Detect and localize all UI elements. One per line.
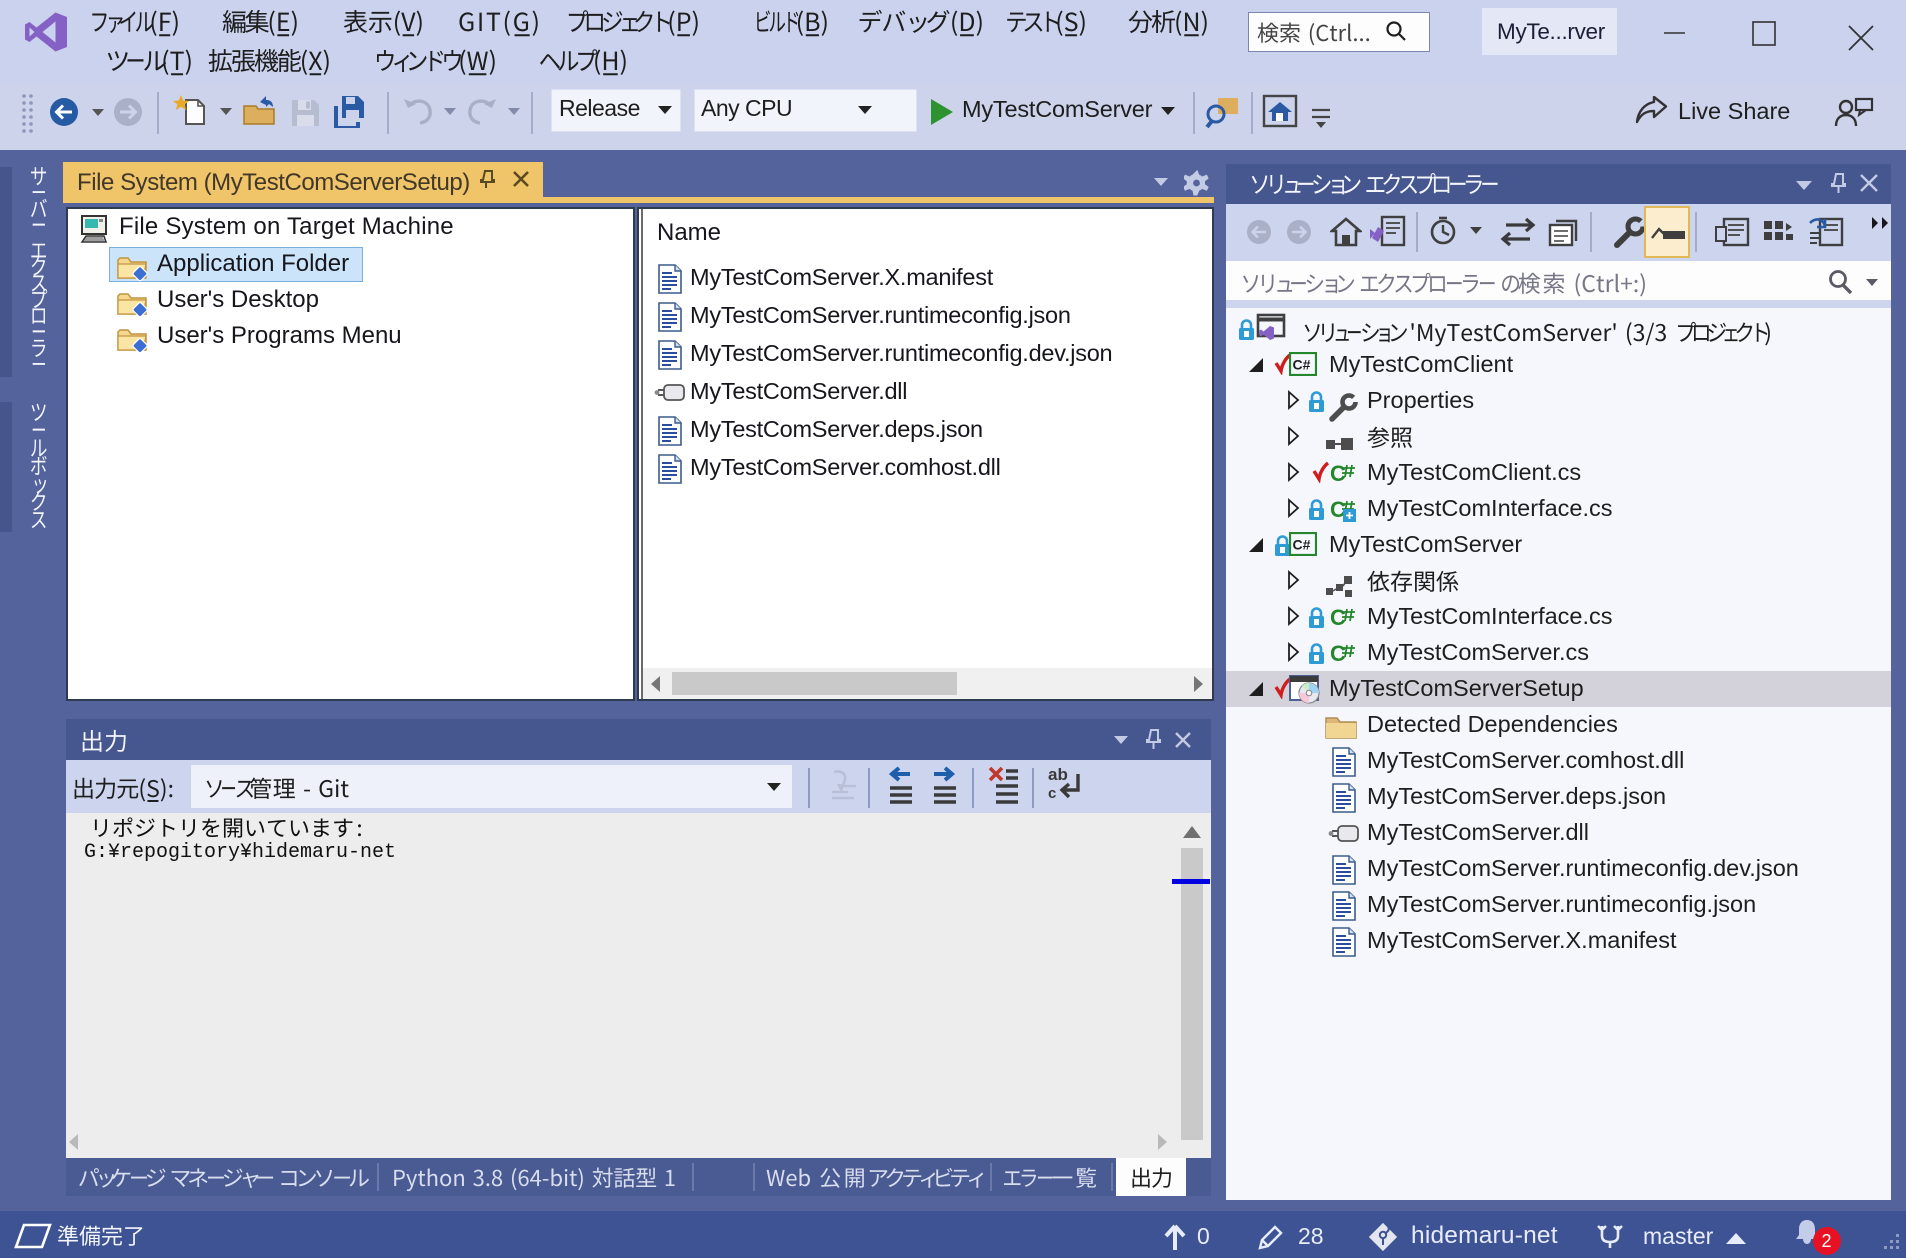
svg-text:2: 2 xyxy=(1822,1231,1832,1251)
svg-text:C#: C# xyxy=(1293,537,1311,553)
svg-text:c: c xyxy=(1048,785,1056,802)
svg-text:ab: ab xyxy=(1048,766,1068,784)
svg-text:C#: C# xyxy=(1293,357,1311,373)
